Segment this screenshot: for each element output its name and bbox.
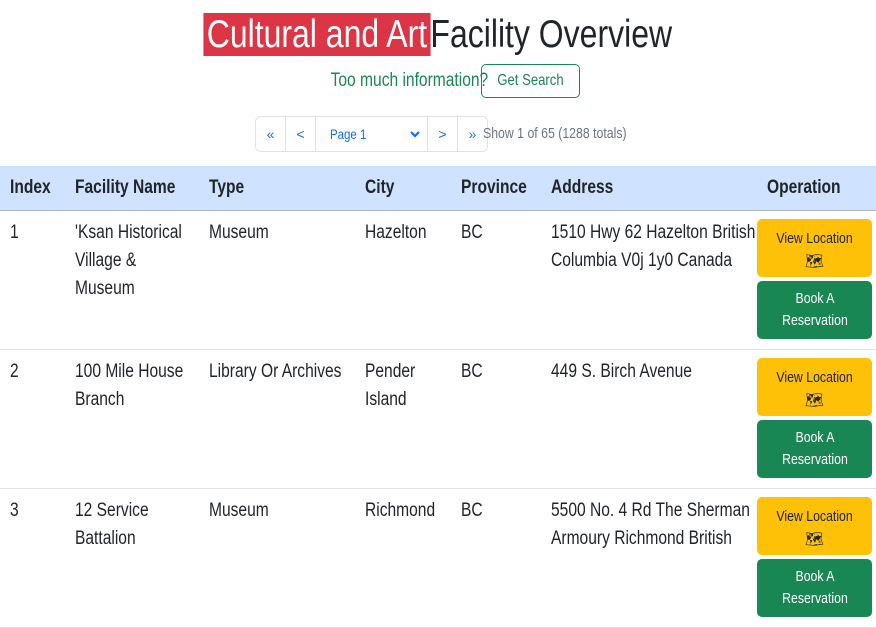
page-select-value: Page 1 — [330, 126, 367, 142]
cell-city: Pender Island — [355, 349, 452, 489]
cell-facility-name: 100 Mile House Branch — [64, 349, 199, 489]
view-location-button[interactable]: View Location 🗺 — [757, 358, 872, 416]
book-reservation-label: Book A Reservation — [781, 429, 848, 468]
page-header: Cultural and ArtFacility Overview — [0, 6, 876, 64]
view-location-button[interactable]: View Location 🗺 — [757, 497, 872, 555]
cell-operation: View Location 🗺 Book A Reservation — [757, 210, 876, 350]
get-search-label: Get Search — [496, 72, 564, 89]
cell-address: 1510 Hwy 62 Hazelton British Columbia V0… — [541, 210, 757, 350]
pagination-info-text: Show 1 of 65 (1288 totals) — [483, 124, 627, 142]
header-type: Type — [198, 166, 356, 211]
get-search-button[interactable]: Get Search — [480, 64, 580, 98]
header-address: Address — [541, 166, 757, 211]
cell-city: Richmond — [355, 488, 452, 628]
cell-operation: View Location 🗺 Book A Reservation — [757, 488, 876, 628]
view-location-label: View Location — [776, 230, 853, 247]
map-icon: 🗺 — [804, 253, 825, 270]
book-reservation-label: Book A Reservation — [781, 568, 848, 607]
table-header-row: Index Facility Name Type City Province A… — [0, 166, 876, 211]
cell-facility-name: 12 Service Battalion — [64, 488, 199, 628]
table-row: 1 'Ksan Historical Village & Museum Muse… — [0, 210, 876, 350]
next-page-button[interactable]: > — [428, 117, 458, 151]
view-location-label: View Location — [776, 508, 853, 525]
prev-page-button[interactable]: < — [286, 117, 316, 151]
view-location-button[interactable]: View Location 🗺 — [757, 219, 872, 277]
header-index: Index — [0, 166, 65, 211]
first-page-button[interactable]: « — [256, 117, 286, 151]
header-operation: Operation — [757, 166, 876, 211]
title-rest: Facility Overview — [430, 13, 673, 56]
book-reservation-label: Book A Reservation — [781, 290, 848, 329]
title-highlight: Cultural and Art — [203, 13, 431, 56]
header-province: Province — [451, 166, 542, 211]
cell-province: BC — [451, 349, 542, 489]
cell-province: BC — [451, 210, 542, 350]
subtitle-text: Too much information? — [331, 70, 489, 91]
cell-operation: View Location 🗺 Book A Reservation — [757, 349, 876, 489]
cell-index: 3 — [0, 488, 65, 628]
page-title: Cultural and ArtFacility Overview — [203, 6, 673, 64]
book-reservation-button[interactable]: Book A Reservation — [757, 559, 872, 617]
table-row: 2 100 Mile House Branch Library Or Archi… — [0, 349, 876, 489]
cell-province: BC — [451, 488, 542, 628]
cell-index: 1 — [0, 210, 65, 350]
table-row: 3 12 Service Battalion Museum Richmond B… — [0, 488, 876, 628]
facility-table: Index Facility Name Type City Province A… — [0, 166, 876, 628]
cell-index: 2 — [0, 349, 65, 489]
book-reservation-button[interactable]: Book A Reservation — [757, 420, 872, 478]
book-reservation-button[interactable]: Book A Reservation — [757, 281, 872, 339]
page-select[interactable]: Page 1 — [316, 117, 428, 151]
header-facility-name: Facility Name — [64, 166, 199, 211]
view-location-label: View Location — [776, 369, 853, 386]
map-icon: 🗺 — [804, 392, 825, 409]
cell-type: Museum — [198, 488, 356, 628]
cell-city: Hazelton — [355, 210, 452, 350]
header-city: City — [355, 166, 452, 211]
cell-type: Library Or Archives — [198, 349, 356, 489]
cell-address: 449 S. Birch Avenue — [541, 349, 757, 489]
cell-type: Museum — [198, 210, 356, 350]
pagination: « < Page 1 > » — [255, 116, 488, 152]
cell-address: 5500 No. 4 Rd The Sherman Armoury Richmo… — [541, 488, 757, 628]
chevron-down-icon — [410, 131, 420, 138]
pagination-info: Show 1 of 65 (1288 totals) — [483, 116, 658, 150]
map-icon: 🗺 — [804, 531, 825, 548]
cell-facility-name: 'Ksan Historical Village & Museum — [64, 210, 199, 350]
